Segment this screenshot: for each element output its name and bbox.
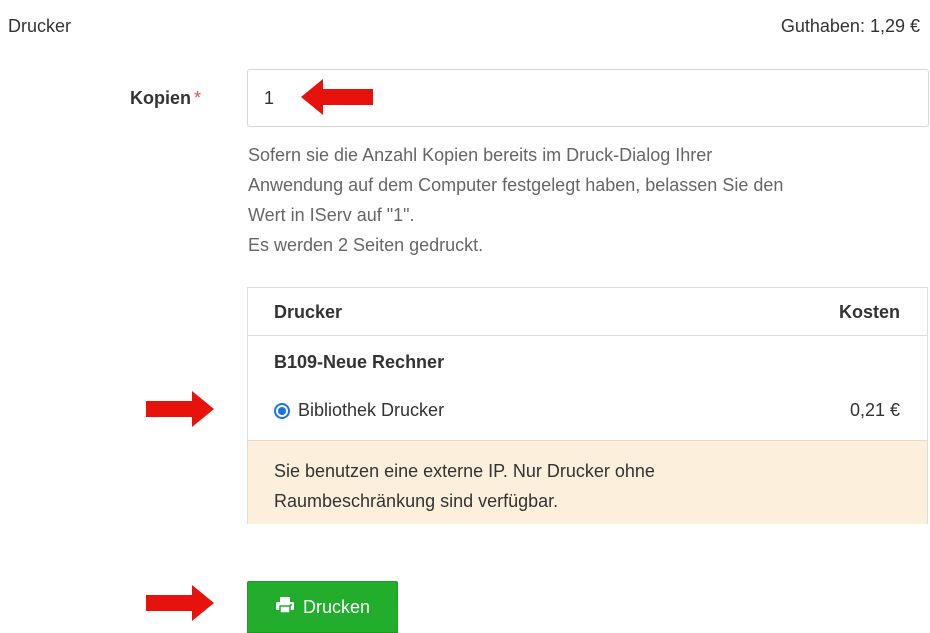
help-line: Anwendung auf dem Computer festgelegt ha… [248, 175, 784, 195]
printer-row[interactable]: Bibliothek Drucker 0,21 € [248, 388, 927, 438]
warning-line: Raumbeschränkung sind verfügbar. [274, 491, 559, 511]
print-button[interactable]: Drucken [247, 581, 398, 633]
required-marker: * [194, 88, 202, 108]
page-title: Drucker [8, 16, 72, 36]
annotation-arrow-right-icon [146, 585, 214, 621]
annotation-arrow-left-icon [301, 79, 373, 115]
printer-table-header: Drucker Kosten [248, 288, 927, 336]
copies-label-text: Kopien [130, 88, 191, 108]
printer-icon [275, 596, 295, 619]
help-line: Wert in IServ auf "1". [248, 205, 415, 225]
printer-name[interactable]: Bibliothek Drucker [298, 400, 444, 421]
balance-display: Guthaben: 1,29 € [780, 16, 920, 36]
pages-info: Es werden 2 Seiten gedruckt. [248, 235, 484, 255]
column-header-printer: Drucker [274, 302, 343, 322]
printer-group-name: B109-Neue Rechner [274, 352, 445, 372]
print-button-label: Drucken [302, 596, 371, 617]
printer-table: Drucker Kosten B109-Neue Rechner Bibliot… [247, 287, 928, 524]
printer-radio-button[interactable] [274, 403, 290, 419]
printer-cost: 0,21 € [849, 400, 900, 420]
help-line: Sofern sie die Anzahl Kopien bereits im … [248, 145, 713, 165]
annotation-arrow-right-icon [146, 391, 214, 427]
copies-label: Kopien * [130, 88, 201, 109]
copies-help-text: Sofern sie die Anzahl Kopien bereits im … [248, 140, 928, 260]
column-header-cost: Kosten [838, 302, 900, 322]
external-ip-warning: Sie benutzen eine externe IP. Nur Drucke… [248, 440, 927, 524]
warning-line: Sie benutzen eine externe IP. Nur Drucke… [274, 461, 655, 481]
